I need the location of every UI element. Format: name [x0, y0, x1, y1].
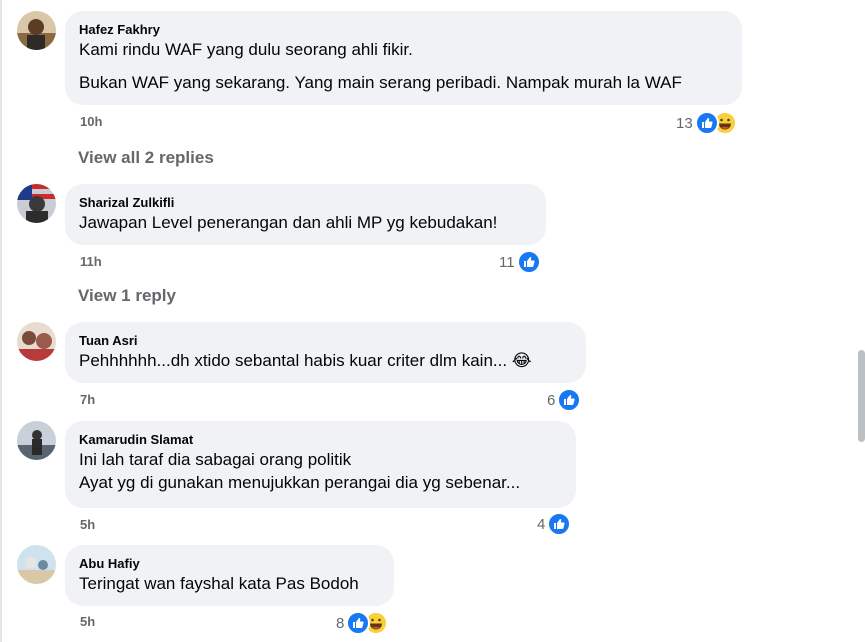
scrollbar-thumb[interactable] [858, 350, 865, 442]
comment-timestamp[interactable]: 5h [80, 614, 95, 629]
reaction-summary[interactable]: 4 [537, 512, 572, 536]
like-reaction-icon [516, 250, 541, 274]
reaction-summary[interactable]: 8 [336, 611, 389, 635]
like-reaction-icon [694, 111, 719, 135]
reaction-count: 6 [547, 391, 556, 409]
comment-text: Jawapan Level penerangan dan ahli MP yg … [79, 213, 498, 232]
comment-text: Ini lah taraf dia sabagai orang politik [79, 450, 352, 469]
reaction-summary[interactable]: 6 [547, 388, 582, 412]
avatar[interactable] [17, 322, 56, 361]
comment-text: Teringat wan fayshal kata Pas Bodoh [79, 574, 359, 593]
like-reaction-icon [547, 512, 572, 536]
view-replies-link[interactable]: View all 2 replies [78, 148, 214, 168]
comment-bubble: Sharizal Zulkifli Jawapan Level penerang… [65, 184, 546, 245]
comment-timestamp[interactable]: 11h [80, 254, 102, 269]
reaction-count: 8 [336, 614, 345, 632]
comment-text: Kami rindu WAF yang dulu seorang ahli fi… [79, 40, 413, 59]
reaction-count: 13 [676, 114, 693, 132]
left-border [0, 0, 2, 642]
comment-text: Ayat yg di gunakan menujukkan perangai d… [79, 473, 521, 492]
reaction-count: 11 [499, 253, 515, 271]
avatar[interactable] [17, 184, 56, 223]
view-replies-link[interactable]: View 1 reply [78, 286, 176, 306]
reaction-count: 4 [537, 515, 546, 533]
reaction-summary[interactable]: 11 [499, 250, 541, 274]
comment-text: Pehhhhhh...dh xtido sebantal habis kuar … [79, 351, 532, 370]
comment-timestamp[interactable]: 5h [80, 517, 95, 532]
like-reaction-icon [557, 388, 582, 412]
comment-author[interactable]: Hafez Fakhry [79, 21, 728, 38]
avatar[interactable] [17, 11, 56, 50]
comment-timestamp[interactable]: 10h [80, 114, 102, 129]
comment-author[interactable]: Abu Hafiy [79, 555, 380, 572]
reaction-summary[interactable]: 13 [676, 111, 737, 135]
comment-timestamp[interactable]: 7h [80, 392, 95, 407]
comment-bubble: Abu Hafiy Teringat wan fayshal kata Pas … [65, 545, 394, 606]
avatar[interactable] [17, 421, 56, 460]
comment-bubble: Kamarudin Slamat Ini lah taraf dia sabag… [65, 421, 576, 508]
comment-bubble: Tuan Asri Pehhhhhh...dh xtido sebantal h… [65, 322, 586, 383]
avatar[interactable] [17, 545, 56, 584]
comment-bubble: Hafez Fakhry Kami rindu WAF yang dulu se… [65, 11, 742, 105]
comment-author[interactable]: Kamarudin Slamat [79, 431, 562, 448]
comment-author[interactable]: Sharizal Zulkifli [79, 194, 532, 211]
comment-author[interactable]: Tuan Asri [79, 332, 572, 349]
comment-text: Bukan WAF yang sekarang. Yang main seran… [79, 73, 682, 92]
